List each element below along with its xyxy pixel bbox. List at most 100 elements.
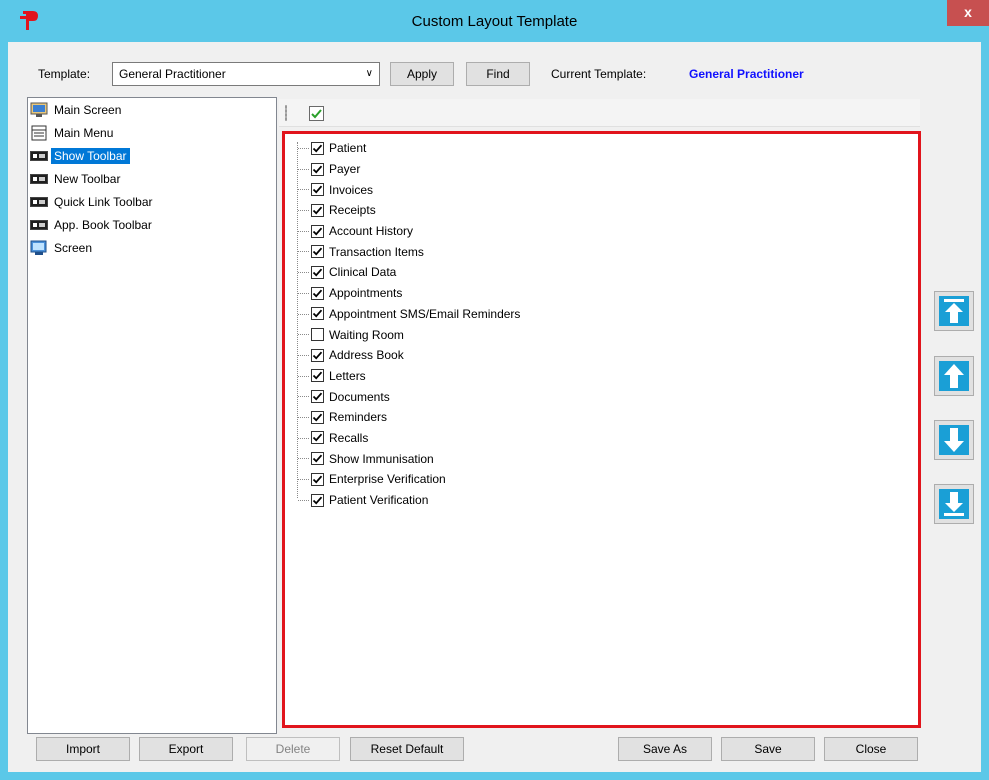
arrow-up-icon — [939, 361, 969, 391]
window-title: Custom Layout Template — [411, 13, 578, 30]
check-icon — [311, 109, 322, 119]
check-icon — [312, 144, 323, 153]
check-icon — [312, 454, 323, 463]
tree-item-label: Show Immunisation — [329, 451, 434, 466]
tree-item[interactable]: Invoices — [285, 179, 918, 200]
move-bottom-button[interactable] — [934, 484, 974, 524]
export-button[interactable]: Export — [139, 737, 233, 761]
move-up-button[interactable] — [934, 356, 974, 396]
sidebar-item-quick-link-toolbar[interactable]: Quick Link Toolbar — [28, 190, 276, 213]
item-checkbox[interactable] — [311, 141, 324, 155]
item-checkbox[interactable] — [311, 265, 324, 279]
item-checkbox[interactable] — [311, 348, 324, 362]
tree-item-label: Appointments — [329, 286, 403, 301]
check-icon — [312, 289, 323, 298]
item-checkbox[interactable] — [311, 307, 324, 321]
sidebar-item-main-screen[interactable]: Main Screen — [28, 98, 276, 121]
chevron-down-icon[interactable]: ∨ — [366, 68, 373, 79]
save-as-button[interactable]: Save As — [618, 737, 712, 761]
item-checkbox[interactable] — [311, 410, 324, 424]
move-top-button[interactable] — [934, 291, 974, 331]
tree-item-label: Waiting Room — [329, 327, 404, 342]
item-checkbox[interactable] — [311, 203, 324, 217]
tree-connector — [298, 499, 309, 501]
sidebar-item-app-book-toolbar[interactable]: App. Book Toolbar — [28, 213, 276, 236]
dialog-window: Custom Layout Template x Template: Gener… — [0, 0, 989, 780]
check-icon — [312, 392, 323, 401]
item-checkbox[interactable] — [311, 245, 324, 259]
tree-item[interactable]: Clinical Data — [285, 262, 918, 283]
template-select[interactable]: General Practitioner ∨ — [112, 62, 380, 86]
tree-item-label: Invoices — [329, 182, 374, 197]
item-checkbox[interactable] — [311, 431, 324, 445]
delete-button[interactable]: Delete — [246, 737, 340, 761]
grip-handle-icon — [285, 105, 287, 121]
tree-item[interactable]: Reminders — [285, 407, 918, 428]
item-checkbox[interactable] — [311, 452, 324, 466]
select-all-checkbox[interactable] — [309, 106, 324, 121]
items-panel: Patient Payer Invoices Receipts Account Hist… — [279, 97, 927, 734]
tree-item-label: Letters — [329, 368, 366, 383]
tree-item[interactable]: Patient Verification — [285, 490, 918, 511]
arrow-down-icon — [939, 425, 969, 455]
template-select-value: General Practitioner — [119, 67, 226, 81]
item-checkbox[interactable] — [311, 493, 324, 507]
check-icon — [312, 185, 323, 194]
tree-item[interactable]: Appointment SMS/Email Reminders — [285, 304, 918, 325]
tree-connector — [298, 189, 309, 191]
tree-item[interactable]: Transaction Items — [285, 241, 918, 262]
item-checkbox[interactable] — [311, 328, 324, 342]
item-checkbox[interactable] — [311, 224, 324, 238]
item-checkbox[interactable] — [311, 369, 324, 383]
tree-item[interactable]: Documents — [285, 386, 918, 407]
reset-default-button[interactable]: Reset Default — [350, 737, 464, 761]
find-button[interactable]: Find — [466, 62, 530, 86]
item-checkbox[interactable] — [311, 472, 324, 486]
sidebar-item-show-toolbar[interactable]: Show Toolbar — [28, 144, 276, 167]
check-icon — [312, 372, 323, 380]
import-button[interactable]: Import — [36, 737, 130, 761]
sidebar-item-label: App. Book Toolbar — [54, 217, 152, 232]
sidebar-item-new-toolbar[interactable]: New Toolbar — [28, 167, 276, 190]
tree-item[interactable]: Account History — [285, 221, 918, 242]
section-list: Main Screen Main Menu Show Toolbar New T… — [27, 97, 277, 734]
sidebar-item-label: Show Toolbar — [51, 147, 130, 164]
tree-item[interactable]: Enterprise Verification — [285, 469, 918, 490]
check-icon — [312, 309, 323, 318]
sidebar-item-screen[interactable]: Screen — [28, 236, 276, 259]
item-checkbox[interactable] — [311, 183, 324, 197]
tree-item[interactable]: Patient — [285, 138, 918, 159]
menu-icon — [31, 125, 47, 140]
tree-item[interactable]: Recalls — [285, 428, 918, 449]
title-bar: Custom Layout Template x — [0, 0, 989, 42]
item-checkbox[interactable] — [311, 286, 324, 300]
tree-item[interactable]: Show Immunisation — [285, 448, 918, 469]
tree-connector — [298, 396, 309, 398]
tree-connector — [298, 148, 309, 149]
tree-item[interactable]: Receipts — [285, 200, 918, 221]
tree-item-label: Receipts — [329, 203, 376, 218]
check-icon — [312, 413, 323, 422]
tree-item-label: Reminders — [329, 410, 388, 425]
tree-item[interactable]: Payer — [285, 159, 918, 180]
tree-item-label: Account History — [329, 224, 414, 239]
item-checkbox[interactable] — [311, 390, 324, 404]
tree-item[interactable]: Letters — [285, 366, 918, 387]
item-tree: Patient Payer Invoices Receipts Account Hist… — [285, 134, 918, 725]
sidebar-item-label: Main Menu — [54, 125, 114, 140]
tree-item[interactable]: Waiting Room — [285, 324, 918, 345]
item-checkbox[interactable] — [311, 162, 324, 176]
apply-button[interactable]: Apply — [390, 62, 454, 86]
move-down-button[interactable] — [934, 420, 974, 460]
tree-item-label: Address Book — [329, 348, 404, 363]
check-icon — [312, 351, 323, 360]
tree-item[interactable]: Appointments — [285, 283, 918, 304]
close-button[interactable]: Close — [824, 737, 918, 761]
tree-connector — [298, 272, 309, 274]
sidebar-item-main-menu[interactable]: Main Menu — [28, 121, 276, 144]
tree-item[interactable]: Address Book — [285, 345, 918, 366]
dialog-body: Template: General Practitioner ∨ Apply F… — [8, 42, 981, 772]
check-icon — [312, 227, 323, 236]
window-close-button[interactable]: x — [947, 0, 989, 26]
save-button[interactable]: Save — [721, 737, 815, 761]
